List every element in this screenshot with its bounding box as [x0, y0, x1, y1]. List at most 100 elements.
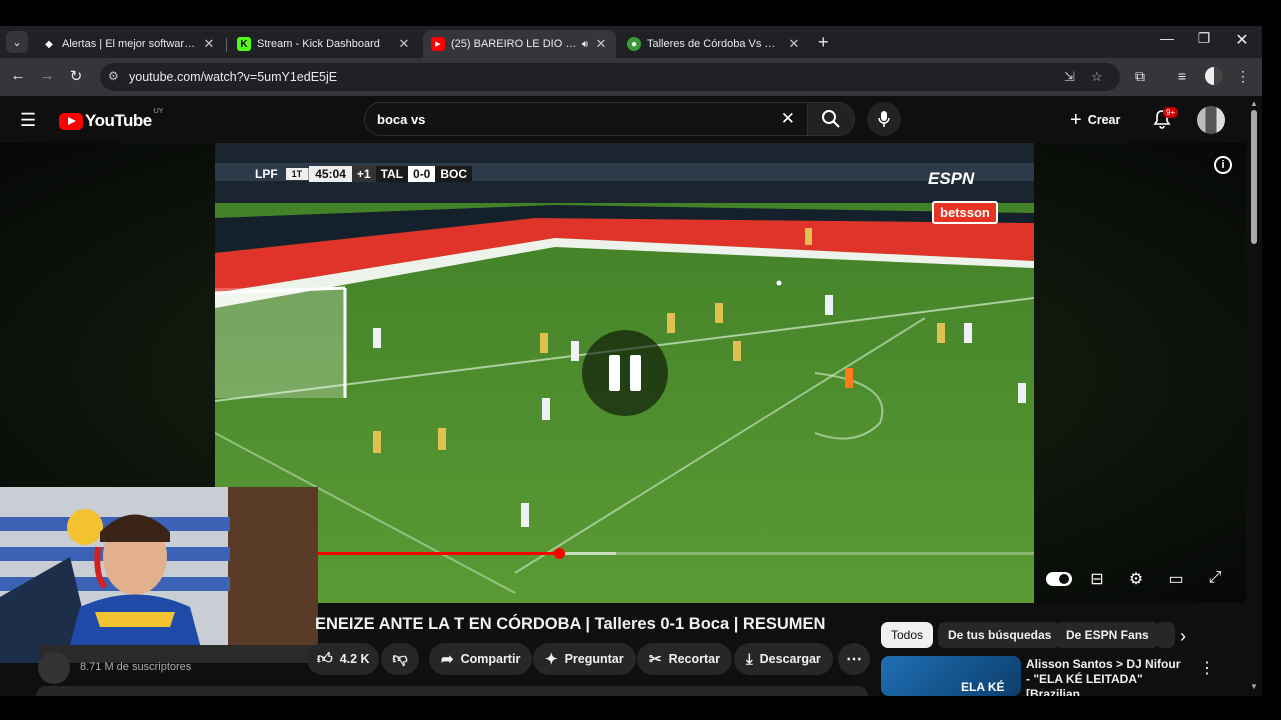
install-app-icon[interactable]: ⇲: [1064, 69, 1075, 85]
reload-button[interactable]: ↻: [66, 67, 86, 85]
search-query: boca vs: [377, 112, 426, 127]
share-button[interactable]: ➦ Compartir: [429, 643, 533, 675]
progress-bar[interactable]: [215, 548, 1034, 559]
alert-favicon: ◆: [45, 38, 53, 50]
subtitles-icon[interactable]: ⊟: [1085, 569, 1109, 589]
clip-button[interactable]: ✂ Recortar: [637, 643, 732, 675]
bookmark-star-icon[interactable]: ☆: [1091, 69, 1103, 85]
pause-indicator[interactable]: [582, 330, 668, 416]
away-team: BOC: [435, 165, 473, 182]
chip-from-searches[interactable]: De tus búsquedas: [938, 622, 1062, 648]
info-icon[interactable]: i: [1214, 156, 1232, 174]
youtube-logo[interactable]: YouTube UY: [59, 108, 163, 131]
notifications-button[interactable]: 9+: [1152, 107, 1179, 134]
tab-youtube[interactable]: ▶ (25) BAREIRO LE DIO UN TR 🔊︎ ✕: [423, 30, 616, 58]
scrollbar-thumb[interactable]: [1251, 110, 1257, 244]
clip-label: Recortar: [668, 652, 720, 666]
ask-label: Preguntar: [564, 652, 624, 666]
tab-title: Talleres de Córdoba Vs Boca Ju: [647, 38, 781, 50]
tab-title: Stream - Kick Dashboard: [257, 38, 380, 50]
ask-button[interactable]: ✦ Preguntar: [533, 643, 636, 675]
scroll-up-icon[interactable]: ▲: [1250, 99, 1258, 108]
new-tab-button[interactable]: +: [818, 32, 829, 53]
chip-from-channel[interactable]: De ESPN Fans: [1056, 622, 1159, 648]
tab-search-button[interactable]: ⌄: [6, 31, 28, 53]
media-controls-icon[interactable]: ≡: [1172, 68, 1192, 84]
notification-badge: 9+: [1163, 107, 1179, 118]
download-button[interactable]: ⤓ Descargar: [734, 643, 833, 675]
scoreboard: LPF 1T 45:04 +1 TAL 0-0 BOC: [255, 165, 473, 182]
close-tab-icon[interactable]: ✕: [594, 36, 608, 52]
like-count: 4.2 K: [339, 652, 370, 666]
search-button[interactable]: [807, 102, 855, 136]
tab-kick[interactable]: K Stream - Kick Dashboard ✕: [229, 30, 419, 58]
settings-gear-icon[interactable]: ⚙︎: [1124, 569, 1148, 589]
back-button[interactable]: ←: [8, 67, 28, 84]
like-button[interactable]: 👍︎ 4.2 K: [307, 643, 379, 675]
close-tab-icon[interactable]: ✕: [397, 36, 411, 52]
more-actions-button[interactable]: ⋯: [838, 643, 870, 675]
browser-menu-icon[interactable]: ⋮: [1233, 68, 1253, 85]
guide-menu-icon[interactable]: ☰: [20, 110, 36, 131]
create-label: Crear: [1087, 113, 1121, 127]
forward-button[interactable]: →: [37, 67, 57, 84]
close-tab-icon[interactable]: ✕: [787, 36, 801, 52]
pause-bar-left: [609, 355, 620, 391]
globe-favicon: ●: [627, 37, 641, 51]
pause-bar-right: [630, 355, 641, 391]
chip-overflow[interactable]: [1155, 622, 1175, 648]
tab-separator: [226, 38, 227, 52]
channel-avatar[interactable]: [38, 652, 70, 684]
address-bar[interactable]: ⚙︎ youtube.com/watch?v=5umY1edE5jE ⇲ ☆: [100, 63, 1120, 91]
voice-search-button[interactable]: [867, 102, 901, 136]
chevron-right-icon[interactable]: ›: [1180, 626, 1186, 647]
tab-title: (25) BAREIRO LE DIO UN TR: [451, 38, 578, 50]
recommendation-menu-icon[interactable]: ⋮: [1199, 658, 1215, 678]
match-clock: 45:04: [309, 165, 352, 182]
extensions-icon[interactable]: ⧉: [1130, 68, 1150, 85]
create-button[interactable]: + Crear: [1070, 106, 1120, 134]
speaker-icon[interactable]: 🔊︎: [582, 39, 588, 50]
fullscreen-icon[interactable]: ⤢: [1203, 569, 1227, 587]
share-label: Compartir: [460, 652, 521, 666]
download-icon: ⤓: [746, 650, 753, 668]
chip-all[interactable]: Todos: [881, 622, 934, 648]
clear-search-icon[interactable]: ✕: [781, 109, 795, 129]
scrubber-knob[interactable]: [553, 548, 565, 559]
added-time: +1: [351, 165, 376, 182]
scissors-icon: ✂: [649, 651, 662, 668]
home-team: TAL: [375, 165, 409, 182]
thumbs-down-icon: 👎︎: [392, 650, 408, 667]
autoplay-toggle[interactable]: [1046, 572, 1072, 586]
profile-avatar[interactable]: [1205, 67, 1223, 85]
kick-favicon: K: [237, 37, 251, 51]
share-arrow-icon: ➦: [441, 651, 454, 668]
tab-talleres[interactable]: ● Talleres de Córdoba Vs Boca Ju ✕: [619, 30, 809, 58]
video-player[interactable]: LPF 1T 45:04 +1 TAL 0-0 BOC ESPN betsson: [215, 143, 1034, 603]
logo-text: YouTube: [85, 111, 152, 130]
screen: ⌄ ◆ Alertas | El mejor software para ✕ K…: [0, 0, 1281, 720]
search-input[interactable]: boca vs ✕: [364, 102, 808, 136]
restore-button[interactable]: ❐: [1189, 30, 1219, 47]
subscriber-count: 8.71 M de suscriptores: [80, 661, 192, 673]
tab-alertas[interactable]: ◆ Alertas | El mejor software para ✕: [34, 30, 224, 58]
sponsor-badge: betsson: [932, 201, 998, 224]
minimize-button[interactable]: —: [1152, 30, 1182, 46]
sparkle-icon: ✦: [545, 651, 558, 668]
recommendation-title[interactable]: Alisson Santos > DJ Nifour - "ELA KÉ LEI…: [1026, 657, 1186, 696]
recommendation-thumbnail[interactable]: ELA KÉ: [881, 656, 1021, 696]
progress-buffered: [558, 552, 617, 555]
streamer-webcam-image: [0, 487, 318, 663]
plus-icon: +: [1070, 108, 1082, 131]
scroll-down-icon[interactable]: ▼: [1250, 682, 1258, 691]
close-tab-icon[interactable]: ✕: [202, 36, 216, 52]
theater-mode-icon[interactable]: ▭: [1164, 569, 1188, 589]
close-window-button[interactable]: ✕: [1227, 30, 1257, 50]
browser-toolbar: ← → ↻ ⚙︎ youtube.com/watch?v=5umY1edE5jE…: [0, 58, 1262, 96]
page-scrollbar[interactable]: ▲ ▼: [1246, 96, 1262, 696]
url-text: youtube.com/watch?v=5umY1edE5jE: [129, 70, 338, 84]
site-info-icon[interactable]: ⚙︎: [108, 69, 119, 83]
dislike-button[interactable]: 👎︎: [381, 643, 419, 675]
account-avatar[interactable]: [1197, 106, 1225, 134]
webcam-overlay: [0, 487, 318, 663]
